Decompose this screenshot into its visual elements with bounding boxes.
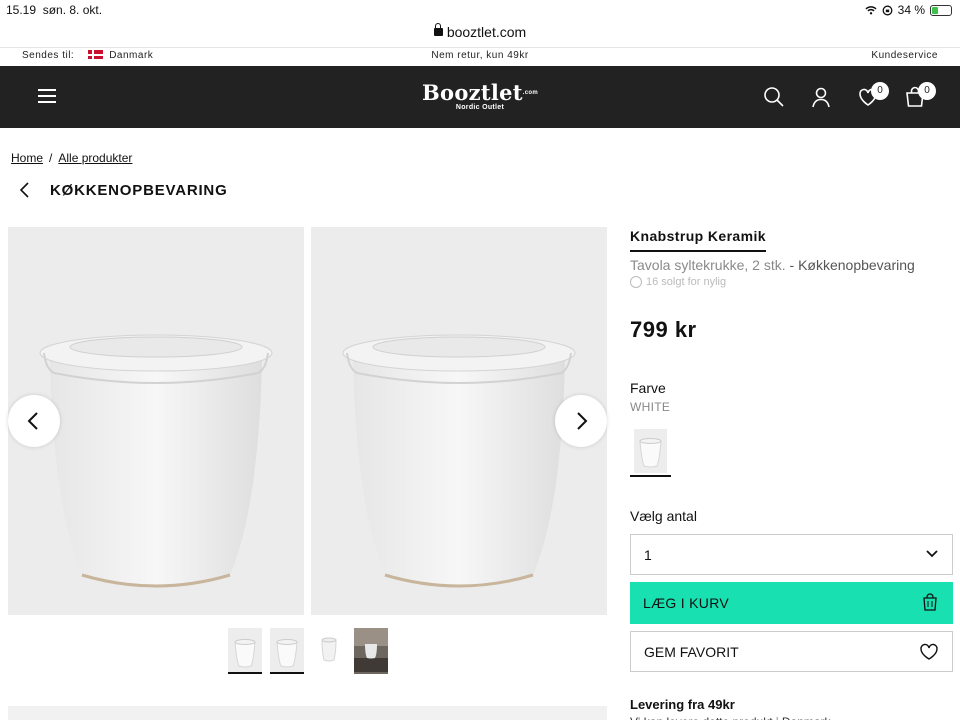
gallery-footer [8, 706, 607, 720]
sold-recently: 16 solgt for nylig [630, 276, 726, 288]
search-icon[interactable] [762, 85, 786, 109]
thumbnail-3[interactable] [312, 628, 346, 674]
category-title: KØKKENOPBEVARING [50, 181, 228, 199]
thumbnail-4[interactable] [354, 628, 388, 674]
chevron-down-icon [926, 550, 938, 558]
color-swatch-white[interactable] [630, 427, 671, 477]
orientation-lock-icon [882, 5, 893, 15]
account-icon[interactable] [809, 85, 833, 109]
thumbnail-strip [228, 628, 388, 674]
category-header: KØKKENOPBEVARING [18, 178, 228, 202]
gallery-prev-button[interactable] [8, 395, 60, 447]
breadcrumb-separator: / [49, 151, 53, 165]
add-to-cart-button[interactable]: LÆG I KURV [630, 582, 953, 624]
delivery-text: Vi kan levere dette produkt i Danmark. [630, 715, 950, 720]
gallery-next-button[interactable] [555, 395, 607, 447]
quantity-value: 1 [644, 547, 652, 563]
jar-illustration [39, 334, 273, 588]
site-header: Booztlet.com Nordic Outlet 0 0 [0, 66, 960, 128]
status-right: 34 % [865, 3, 952, 17]
logo-suffix: .com [522, 90, 539, 96]
breadcrumb-all-products[interactable]: Alle produkter [58, 151, 132, 165]
url-domain: booztlet.com [446, 24, 527, 40]
product-price: 799 kr [630, 317, 697, 342]
color-value: WHITE [630, 400, 671, 414]
thumbnail-1[interactable] [228, 628, 262, 674]
info-strip: Sendes til: Danmark Nem retur, kun 49kr K… [0, 48, 960, 66]
sold-recently-text: 16 solgt for nylig [646, 276, 727, 288]
product-brand[interactable]: Knabstrup Keramik [630, 228, 766, 252]
chevron-left-icon [27, 412, 38, 430]
logo-text: Booztlet [421, 80, 523, 105]
cart-count-badge: 0 [918, 82, 936, 100]
back-chevron-icon[interactable] [18, 181, 30, 199]
save-favorite-button[interactable]: GEM FAVORIT [630, 631, 953, 672]
product-category: Køkkenopbevaring [798, 257, 915, 273]
returns-notice: Nem retur, kun 49kr [431, 50, 529, 61]
chevron-right-icon [577, 412, 588, 430]
quantity-label: Vælg antal [630, 508, 697, 524]
wifi-icon [865, 6, 877, 15]
breadcrumb-home[interactable]: Home [11, 151, 43, 165]
add-to-cart-label: LÆG I KURV [643, 595, 729, 611]
url-bar[interactable]: booztlet.com [0, 20, 960, 48]
bag-icon [923, 593, 937, 611]
heart-icon [920, 643, 938, 660]
product-name: Tavola syltekrukke, 2 stk. - Køkkenopbev… [630, 257, 915, 273]
jar-illustration [342, 334, 576, 588]
delivery-title: Levering fra 49kr [630, 697, 735, 712]
product-name-text: Tavola syltekrukke, 2 stk. [630, 257, 786, 273]
battery-icon [930, 4, 952, 16]
clock-icon [630, 276, 642, 288]
breadcrumb: Home / Alle produkter [11, 151, 132, 165]
thumbnail-2[interactable] [270, 628, 304, 674]
status-bar: 15.19 søn. 8. okt. 34 % [0, 0, 960, 20]
product-name-separator: - [785, 257, 799, 273]
wishlist-count-badge: 0 [871, 82, 889, 100]
customer-service-link[interactable]: Kundeservice [871, 50, 938, 61]
battery-percent: 34 % [897, 3, 925, 17]
status-time: 15.19 søn. 8. okt. [6, 3, 103, 17]
lock-icon [433, 23, 443, 36]
save-favorite-label: GEM FAVORIT [644, 644, 739, 660]
color-label: Farve [630, 380, 666, 396]
quantity-select[interactable]: 1 [630, 534, 953, 575]
